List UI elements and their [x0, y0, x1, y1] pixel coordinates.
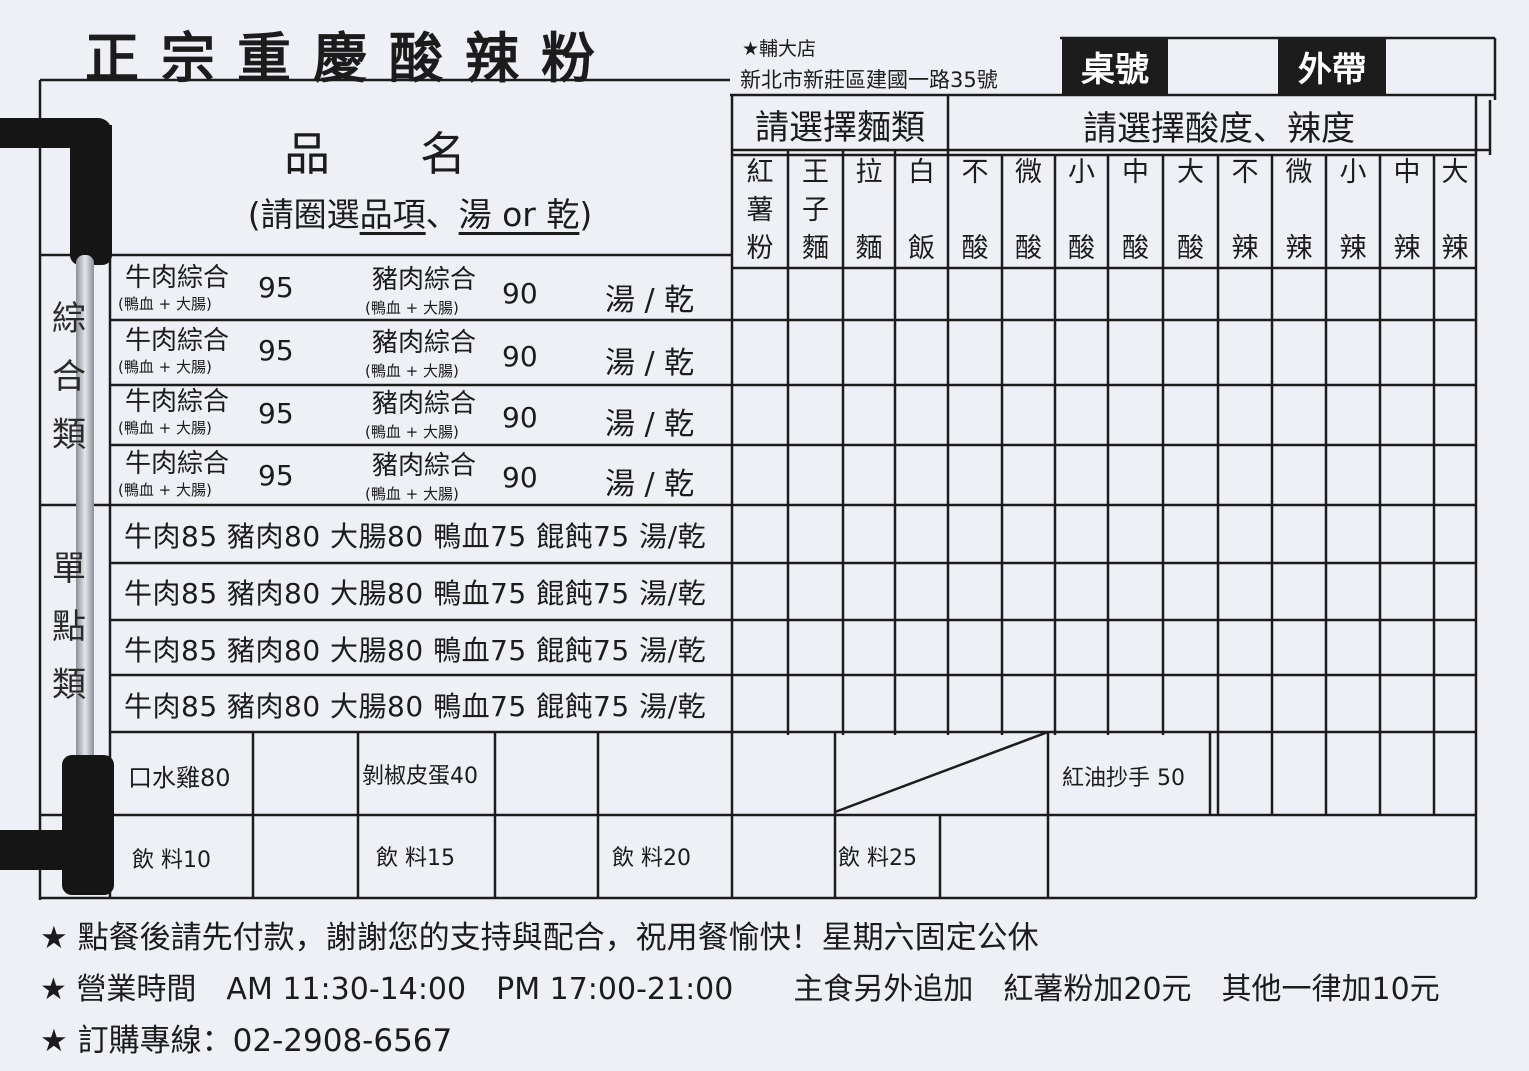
- soup-dry-option[interactable]: 湯 / 乾: [605, 275, 694, 319]
- single-item-row[interactable]: 牛肉85 豬肉80 大腸80 鴨血75 餛飩75 湯/乾: [124, 515, 706, 555]
- binder-clip-side: [70, 125, 112, 265]
- noodle-type-header-2[interactable]: 拉麵: [843, 154, 895, 268]
- beef-combo-label: 牛肉綜合: [125, 387, 230, 417]
- drink-20[interactable]: 飲 料20: [612, 840, 691, 872]
- level-header-4[interactable]: 大酸: [1163, 154, 1218, 268]
- beef-combo-price: 95: [258, 397, 294, 430]
- level-header-3[interactable]: 中酸: [1108, 154, 1163, 268]
- pork-combo-price: 90: [502, 401, 538, 434]
- level-header-1[interactable]: 微酸: [1002, 154, 1055, 268]
- beef-combo-label: 牛肉綜合: [125, 326, 230, 356]
- beef-combo-note: (鴨血 + 大腸): [118, 358, 212, 376]
- category-combo: 綜合類: [52, 299, 86, 455]
- combo-row[interactable]: 牛肉綜合 (鴨血 + 大腸) 95 豬肉綜合 (鴨血 + 大腸) 90 湯 / …: [110, 320, 730, 385]
- side-chicken[interactable]: 口水雞80: [128, 758, 231, 793]
- level-header-8[interactable]: 中辣: [1380, 154, 1434, 268]
- beef-combo-price: 95: [258, 334, 294, 367]
- binder-clip-base: [0, 830, 112, 870]
- pork-combo-price: 90: [502, 461, 538, 494]
- item-name-header: 品名: [284, 127, 556, 181]
- side-century-egg[interactable]: 剝椒皮蛋40: [362, 758, 478, 790]
- combo-row[interactable]: 牛肉綜合 (鴨血 + 大腸) 95 豬肉綜合 (鴨血 + 大腸) 90 湯 / …: [110, 445, 730, 505]
- table-number-field[interactable]: [1168, 38, 1278, 95]
- table-number-label: 桌號: [1062, 38, 1168, 95]
- beef-combo-note: (鴨血 + 大腸): [118, 481, 212, 499]
- category-single: 單點類: [52, 549, 86, 705]
- level-header-9[interactable]: 大辣: [1434, 154, 1476, 268]
- binder-clip-bottom: [62, 755, 114, 895]
- shop-title: 正宗重慶酸辣粉: [85, 27, 617, 90]
- single-item-row[interactable]: 牛肉85 豬肉80 大腸80 鴨血75 餛飩75 湯/乾: [124, 572, 706, 612]
- soup-dry-option[interactable]: 湯 / 乾: [605, 338, 694, 382]
- noodle-type-header-1[interactable]: 王子麵: [788, 154, 843, 268]
- level-header-5[interactable]: 不辣: [1218, 154, 1272, 268]
- beef-combo-price: 95: [258, 459, 294, 492]
- pork-combo-label: 豬肉綜合: [372, 265, 477, 295]
- footer-note-payment: ★ 點餐後請先付款，謝謝您的支持與配合，祝用餐愉快！星期六固定公休: [40, 920, 1039, 956]
- footer-note-phone: ★ 訂購專線：02-2908-6567: [40, 1023, 453, 1059]
- soup-dry-option[interactable]: 湯 / 乾: [605, 459, 694, 503]
- pork-combo-note: (鴨血 + 大腸): [365, 423, 459, 441]
- drink-15[interactable]: 飲 料15: [376, 840, 455, 872]
- pork-combo-note: (鴨血 + 大腸): [365, 485, 459, 503]
- single-item-row[interactable]: 牛肉85 豬肉80 大腸80 鴨血75 餛飩75 湯/乾: [124, 629, 706, 669]
- combo-row[interactable]: 牛肉綜合 (鴨血 + 大腸) 95 豬肉綜合 (鴨血 + 大腸) 90 湯 / …: [110, 385, 730, 445]
- single-item-row[interactable]: 牛肉85 豬肉80 大腸80 鴨血75 餛飩75 湯/乾: [124, 685, 706, 725]
- beef-combo-price: 95: [258, 271, 294, 304]
- noodle-type-header-0[interactable]: 紅薯粉: [732, 154, 788, 268]
- item-name-instructions: (請圈選品項、湯 or 乾): [247, 195, 593, 234]
- level-header-2[interactable]: 小酸: [1055, 154, 1108, 268]
- pork-combo-price: 90: [502, 277, 538, 310]
- level-header-6[interactable]: 微辣: [1272, 154, 1326, 268]
- takeout-field[interactable]: [1386, 38, 1494, 95]
- pork-combo-note: (鴨血 + 大腸): [365, 299, 459, 317]
- beef-combo-note: (鴨血 + 大腸): [118, 295, 212, 313]
- takeout-label: 外帶: [1278, 38, 1386, 95]
- noodle-type-header: 請選擇麵類: [755, 107, 925, 148]
- drink-10[interactable]: 飲 料10: [132, 842, 211, 874]
- beef-combo-label: 牛肉綜合: [125, 263, 230, 293]
- pork-combo-note: (鴨血 + 大腸): [365, 362, 459, 380]
- level-header-0[interactable]: 不酸: [948, 154, 1002, 268]
- combo-row[interactable]: 牛肉綜合 (鴨血 + 大腸) 95 豬肉綜合 (鴨血 + 大腸) 90 湯 / …: [110, 255, 730, 320]
- branch-name: ★輔大店: [742, 38, 817, 60]
- pork-combo-price: 90: [502, 340, 538, 373]
- beef-combo-note: (鴨血 + 大腸): [118, 419, 212, 437]
- footer-note-hours: ★ 營業時間 AM 11:30-14:00 PM 17:00-21:00 主食另…: [40, 972, 1440, 1007]
- beef-combo-label: 牛肉綜合: [125, 449, 230, 479]
- soup-dry-option[interactable]: 湯 / 乾: [605, 399, 694, 443]
- drink-25[interactable]: 飲 料25: [838, 840, 917, 872]
- sour-spicy-header: 請選擇酸度、辣度: [1083, 108, 1355, 149]
- side-spicy-wonton[interactable]: 紅油抄手 50: [1062, 760, 1185, 792]
- noodle-type-header-3[interactable]: 白飯: [895, 154, 948, 268]
- pork-combo-label: 豬肉綜合: [372, 328, 477, 358]
- pork-combo-label: 豬肉綜合: [372, 451, 477, 481]
- level-header-7[interactable]: 小辣: [1326, 154, 1380, 268]
- pork-combo-label: 豬肉綜合: [372, 389, 477, 419]
- shop-address: 新北市新莊區建國一路35號: [740, 68, 998, 92]
